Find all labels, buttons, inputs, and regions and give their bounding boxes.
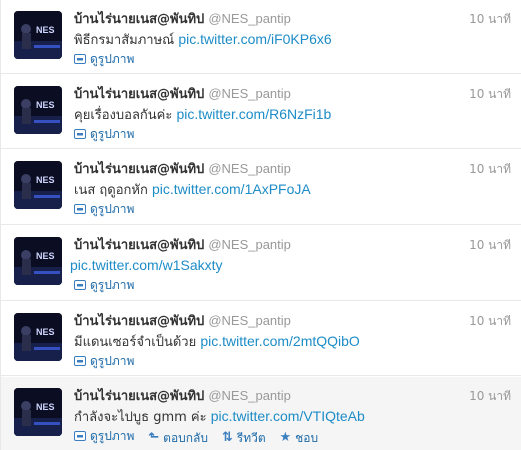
tweet-text: กำลังจะไปบูธ gmm ค่ะ pic.twitter.com/VTI… — [74, 407, 365, 427]
svg-text:NES: NES — [36, 25, 55, 35]
tweet-text: มีแดนเซอร์จำเป็นด้วย pic.twitter.com/2mt… — [74, 332, 360, 352]
tweet-body: มีแดนเซอร์จำเป็นด้วย — [74, 335, 197, 350]
tweet-text: พิธีกรมาสัมภาษณ์ pic.twitter.com/iF0KP6x… — [74, 30, 332, 50]
tweet-body: เนส ฤดูอกหัก — [74, 183, 148, 198]
view-photo-label: ดูรูปภาพ — [90, 429, 135, 443]
favorite-button[interactable]: ★ ชอบ — [279, 430, 318, 446]
tweet-link[interactable]: pic.twitter.com/VTIQteAb — [211, 408, 365, 424]
tweet-text: คุยเรื่องบอลกันค่ะ pic.twitter.com/R6NzF… — [74, 105, 331, 125]
view-photo-button[interactable]: ดูรูปภาพ — [74, 201, 134, 217]
tweet-header: บ้านไร่นายเนส@พันทิป @NES_pantip — [74, 9, 291, 27]
tweet-timestamp[interactable]: 10 นาที — [469, 312, 511, 331]
avatar[interactable]: NES — [14, 86, 62, 134]
tweet-body: คุยเรื่องบอลกันค่ะ — [74, 108, 173, 123]
tweet-item[interactable]: NES บ้านไร่นายเนส@พันทิป @NES_pantip 10 น… — [1, 75, 521, 149]
view-photo-button[interactable]: ดูรูปภาพ — [74, 277, 134, 293]
tweet-timestamp[interactable]: 10 นาที — [469, 236, 511, 255]
author-fullname[interactable]: บ้านไร่นายเนส@พันทิป — [74, 162, 204, 177]
tweet-actions: ดูรูปภาพ — [74, 201, 144, 217]
tweet-header: บ้านไร่นายเนส@พันทิป @NES_pantip — [74, 235, 291, 253]
tweet-timeline: NES บ้านไร่นายเนส@พันทิป @NES_pantip 10 น… — [0, 0, 521, 450]
svg-text:NES: NES — [36, 175, 55, 185]
tweet-header: บ้านไร่นายเนส@พันทิป @NES_pantip — [74, 159, 291, 177]
retweet-icon: ⇅ — [221, 430, 233, 445]
tweet-body: พิธีกรมาสัมภาษณ์ — [74, 33, 175, 48]
retweet-button[interactable]: ⇅ รีทวีต — [222, 430, 266, 446]
retweet-label: รีทวีต — [236, 431, 266, 445]
svg-text:NES: NES — [36, 402, 55, 412]
photo-icon — [74, 356, 86, 366]
photo-icon — [74, 204, 86, 214]
tweet-item[interactable]: NES บ้านไร่นายเนส@พันทิป @NES_pantip 10 น… — [1, 0, 521, 74]
tweet-link[interactable]: pic.twitter.com/w1Sakxty — [70, 257, 223, 273]
avatar-image: NES — [14, 86, 62, 134]
tweet-item[interactable]: NES บ้านไร่นายเนส@พันทิป @NES_pantip 10 น… — [1, 302, 521, 376]
tweet-actions: ดูรูปภาพ ⬑ ตอบกลับ ⇅ รีทวีต ★ ชอบ — [74, 428, 328, 446]
tweet-text: pic.twitter.com/w1Sakxty — [70, 256, 223, 276]
svg-text:NES: NES — [36, 100, 55, 110]
tweet-item[interactable]: NES บ้านไร่นายเนส@พันทิป @NES_pantip 10 น… — [1, 150, 521, 225]
tweet-item[interactable]: NES บ้านไร่นายเนส@พันทิป @NES_pantip 10 น… — [1, 226, 521, 301]
view-photo-label: ดูรูปภาพ — [90, 278, 135, 292]
author-username[interactable]: @NES_pantip — [208, 237, 291, 252]
avatar[interactable]: NES — [14, 11, 62, 59]
tweet-link[interactable]: pic.twitter.com/1AxPFoJA — [152, 181, 311, 197]
tweet-item[interactable]: NES บ้านไร่นายเนส@พันทิป @NES_pantip 10 น… — [1, 377, 521, 450]
tweet-body: กำลังจะไปบูธ gmm ค่ะ — [74, 410, 207, 425]
tweet-actions: ดูรูปภาพ — [74, 51, 144, 67]
view-photo-button[interactable]: ดูรูปภาพ — [74, 126, 134, 142]
tweet-timestamp[interactable]: 10 นาที — [469, 160, 511, 179]
svg-text:NES: NES — [36, 251, 55, 261]
view-photo-button[interactable]: ดูรูปภาพ — [74, 353, 134, 369]
avatar-image: NES — [14, 237, 62, 285]
avatar-image: NES — [14, 11, 62, 59]
avatar-image: NES — [14, 388, 62, 436]
avatar[interactable]: NES — [14, 388, 62, 436]
view-photo-label: ดูรูปภาพ — [90, 202, 135, 216]
author-fullname[interactable]: บ้านไร่นายเนส@พันทิป — [74, 238, 204, 253]
tweet-link[interactable]: pic.twitter.com/iF0KP6x6 — [178, 31, 331, 47]
tweet-text: เนส ฤดูอกหัก pic.twitter.com/1AxPFoJA — [74, 180, 311, 200]
tweet-link[interactable]: pic.twitter.com/2mtQQibO — [200, 333, 359, 349]
tweet-header: บ้านไร่นายเนส@พันทิป @NES_pantip — [74, 84, 291, 102]
author-username[interactable]: @NES_pantip — [208, 313, 291, 328]
view-photo-label: ดูรูปภาพ — [90, 52, 135, 66]
avatar[interactable]: NES — [14, 161, 62, 209]
author-username[interactable]: @NES_pantip — [208, 86, 291, 101]
author-username[interactable]: @NES_pantip — [208, 388, 291, 403]
author-fullname[interactable]: บ้านไร่นายเนส@พันทิป — [74, 389, 204, 404]
view-photo-label: ดูรูปภาพ — [90, 127, 135, 141]
view-photo-label: ดูรูปภาพ — [90, 354, 135, 368]
tweet-actions: ดูรูปภาพ — [74, 277, 144, 293]
tweet-timestamp[interactable]: 10 นาที — [469, 10, 511, 29]
author-username[interactable]: @NES_pantip — [208, 11, 291, 26]
favorite-label: ชอบ — [295, 431, 319, 445]
view-photo-button[interactable]: ดูรูปภาพ — [74, 428, 134, 444]
view-photo-button[interactable]: ดูรูปภาพ — [74, 51, 134, 67]
svg-text:NES: NES — [36, 327, 55, 337]
tweet-header: บ้านไร่นายเนส@พันทิป @NES_pantip — [74, 311, 291, 329]
tweet-actions: ดูรูปภาพ — [74, 353, 144, 369]
avatar[interactable]: NES — [14, 313, 62, 361]
tweet-link[interactable]: pic.twitter.com/R6NzFi1b — [177, 106, 332, 122]
photo-icon — [74, 431, 86, 441]
photo-icon — [74, 129, 86, 139]
tweet-header: บ้านไร่นายเนส@พันทิป @NES_pantip — [74, 386, 291, 404]
tweet-actions: ดูรูปภาพ — [74, 126, 144, 142]
reply-label: ตอบกลับ — [163, 431, 209, 445]
favorite-star-icon: ★ — [279, 430, 292, 445]
author-fullname[interactable]: บ้านไร่นายเนส@พันทิป — [74, 314, 204, 329]
reply-icon: ⬑ — [148, 430, 160, 445]
photo-icon — [74, 54, 86, 64]
tweet-timestamp[interactable]: 10 นาที — [469, 85, 511, 104]
author-fullname[interactable]: บ้านไร่นายเนส@พันทิป — [74, 12, 204, 27]
avatar-image: NES — [14, 161, 62, 209]
avatar[interactable]: NES — [14, 237, 62, 285]
photo-icon — [74, 280, 86, 290]
avatar-image: NES — [14, 313, 62, 361]
author-username[interactable]: @NES_pantip — [208, 161, 291, 176]
reply-button[interactable]: ⬑ ตอบกลับ — [148, 430, 208, 446]
author-fullname[interactable]: บ้านไร่นายเนส@พันทิป — [74, 87, 204, 102]
tweet-timestamp[interactable]: 10 นาที — [469, 387, 511, 406]
